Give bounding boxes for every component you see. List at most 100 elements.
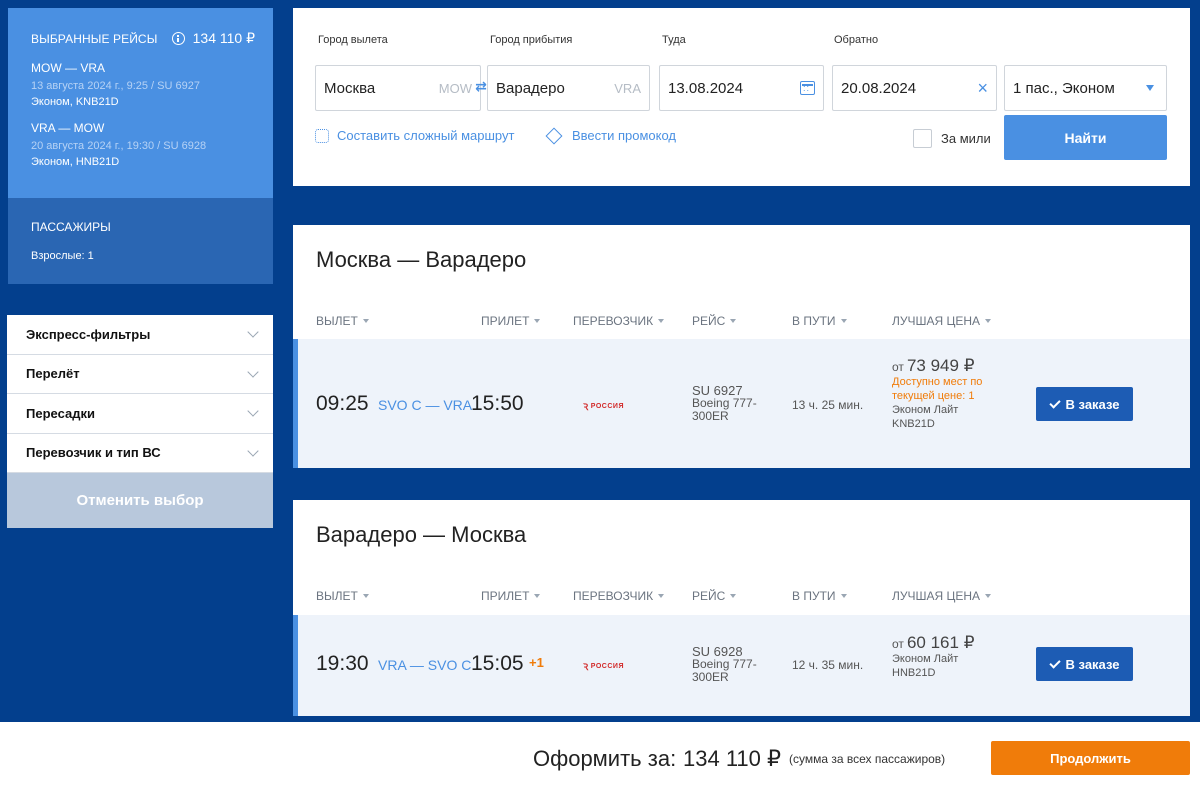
- fare-code: HNB21D: [892, 667, 936, 679]
- carrier-logo: Ꝛ РОССИЯ: [583, 660, 624, 673]
- selected-class-1: Эконом, KNB21D: [31, 96, 119, 108]
- passengers-class-value: 1 пас., Эконом: [1013, 79, 1115, 97]
- sort-icon: [985, 319, 992, 323]
- in-order-label: В заказе: [1065, 396, 1120, 412]
- next-day-badge: +1: [529, 655, 544, 670]
- miles-label: За мили: [941, 131, 991, 146]
- chevron-down-icon: [247, 445, 259, 457]
- filter-transfers[interactable]: Пересадки: [7, 394, 273, 434]
- in-order-button[interactable]: В заказе: [1036, 647, 1133, 681]
- inbound-card: Варадеро — Москва ВЫЛЕТ ПРИЛЕТ ПЕРЕВОЗЧИ…: [293, 500, 1190, 716]
- aircraft: Boeing 777-300ER: [692, 396, 757, 423]
- arrival-time: 15:50: [471, 392, 524, 415]
- col-departure[interactable]: ВЫЛЕТ: [316, 314, 369, 328]
- promo-link[interactable]: Ввести промокод: [545, 127, 677, 144]
- calendar-icon[interactable]: [800, 81, 815, 95]
- filter-express[interactable]: Экспресс-фильтры: [7, 315, 273, 355]
- col-flight[interactable]: РЕЙС: [692, 314, 737, 328]
- swap-icon[interactable]: ⇄: [474, 79, 488, 93]
- in-order-button[interactable]: В заказе: [1036, 387, 1133, 421]
- chevron-down-icon: [247, 326, 259, 338]
- outbound-title: Москва — Варадеро: [316, 247, 527, 272]
- to-label: Город прибытия: [490, 34, 573, 46]
- promo-label: Ввести промокод: [572, 128, 677, 143]
- price-block: от 60 161 ₽ Эконом Лайт HNB21D: [892, 634, 1002, 680]
- miles-option[interactable]: За мили: [913, 129, 991, 148]
- info-icon[interactable]: [171, 32, 185, 45]
- col-duration[interactable]: В ПУТИ: [792, 589, 847, 603]
- filter-label: Экспресс-фильтры: [26, 326, 151, 342]
- duration: 13 ч. 25 мин.: [792, 398, 864, 412]
- continue-button[interactable]: Продолжить: [991, 741, 1190, 775]
- in-order-label: В заказе: [1065, 656, 1120, 672]
- airports: SVO C — VRA: [378, 397, 473, 413]
- passengers-class-select[interactable]: 1 пас., Эконом: [1004, 65, 1167, 111]
- arrival-time: 15:05: [471, 652, 524, 675]
- sort-icon: [534, 594, 541, 598]
- col-flight[interactable]: РЕЙС: [692, 589, 737, 603]
- miles-checkbox[interactable]: [913, 129, 932, 148]
- filter-flight[interactable]: Перелёт: [7, 355, 273, 394]
- filter-carrier-aircraft[interactable]: Перевозчик и тип ВС: [7, 434, 273, 473]
- carrier-logo: Ꝛ РОССИЯ: [583, 400, 624, 413]
- sort-icon: [985, 594, 992, 598]
- checkout-amount: 134 110 ₽: [683, 746, 782, 771]
- there-date-field[interactable]: 13.08.2024: [659, 65, 824, 111]
- complex-route-link[interactable]: Составить сложный маршрут: [315, 128, 514, 143]
- col-carrier[interactable]: ПЕРЕВОЗЧИК: [573, 314, 665, 328]
- there-date-value: 13.08.2024: [668, 79, 744, 97]
- selected-total[interactable]: 134 110 ₽: [171, 30, 255, 47]
- sort-icon: [730, 594, 737, 598]
- clear-icon[interactable]: ×: [977, 79, 988, 97]
- col-best-price[interactable]: ЛУЧШАЯ ЦЕНА: [892, 589, 992, 603]
- sort-icon: [840, 594, 847, 598]
- col-duration[interactable]: В ПУТИ: [792, 314, 847, 328]
- col-carrier[interactable]: ПЕРЕВОЗЧИК: [573, 589, 665, 603]
- airports: VRA — SVO C: [378, 657, 472, 673]
- col-label: ПЕРЕВОЗЧИК: [573, 314, 654, 328]
- airline-mark-icon: Ꝛ: [583, 662, 589, 672]
- complex-route-label: Составить сложный маршрут: [337, 128, 515, 143]
- check-icon: [1048, 396, 1061, 409]
- reset-filters-button[interactable]: Отменить выбор: [7, 473, 273, 528]
- sort-icon: [840, 319, 847, 323]
- there-label: Туда: [662, 34, 686, 46]
- col-departure[interactable]: ВЫЛЕТ: [316, 589, 369, 603]
- checkout-label: Оформить за:: [533, 746, 677, 771]
- price-block: от 73 949 ₽ Доступно мест по текущей цен…: [892, 357, 1002, 431]
- fare-code: KNB21D: [892, 418, 935, 430]
- col-label: РЕЙС: [692, 589, 726, 603]
- back-date-field[interactable]: 20.08.2024 ×: [832, 65, 997, 111]
- col-best-price[interactable]: ЛУЧШАЯ ЦЕНА: [892, 314, 992, 328]
- from-code: MOW: [438, 80, 472, 96]
- passengers-panel: ПАССАЖИРЫ Взрослые: 1: [8, 198, 273, 284]
- price-from: от: [892, 637, 904, 651]
- to-value: Варадеро: [496, 79, 565, 97]
- outbound-flight-row[interactable]: 09:25 SVO C — VRA 15:50 Ꝛ РОССИЯ SU 6927…: [293, 339, 1190, 468]
- sort-icon: [658, 594, 665, 598]
- check-icon: [1048, 656, 1061, 669]
- col-arrival[interactable]: ПРИЛЕТ: [481, 589, 541, 603]
- passengers-title: ПАССАЖИРЫ: [31, 220, 111, 234]
- duration: 12 ч. 35 мин.: [792, 658, 864, 672]
- col-label: ПЕРЕВОЗЧИК: [573, 589, 654, 603]
- filter-label: Пересадки: [26, 405, 95, 421]
- chevron-down-icon: [247, 405, 259, 417]
- sort-icon: [362, 319, 369, 323]
- outbound-card: Москва — Варадеро ВЫЛЕТ ПРИЛЕТ ПЕРЕВОЗЧИ…: [293, 225, 1190, 468]
- to-field[interactable]: Варадеро VRA: [487, 65, 650, 111]
- find-button[interactable]: Найти: [1004, 115, 1167, 160]
- fare-name: Эконом Лайт: [892, 653, 959, 665]
- inbound-flight-row[interactable]: 19:30 VRA — SVO C 15:05 +1 Ꝛ РОССИЯ SU 6…: [293, 615, 1190, 716]
- sort-icon: [362, 594, 369, 598]
- departure-time: 19:30: [316, 652, 369, 675]
- col-arrival[interactable]: ПРИЛЕТ: [481, 314, 541, 328]
- inbound-title: Варадеро — Москва: [316, 522, 527, 547]
- departure-time: 09:25: [316, 392, 369, 415]
- col-label: В ПУТИ: [792, 589, 836, 603]
- carrier-name: РОССИЯ: [590, 403, 624, 410]
- filter-label: Перелёт: [26, 366, 80, 382]
- from-label: Город вылета: [318, 34, 388, 46]
- from-field[interactable]: Москва MOW: [315, 65, 481, 111]
- airline-mark-icon: Ꝛ: [583, 402, 589, 412]
